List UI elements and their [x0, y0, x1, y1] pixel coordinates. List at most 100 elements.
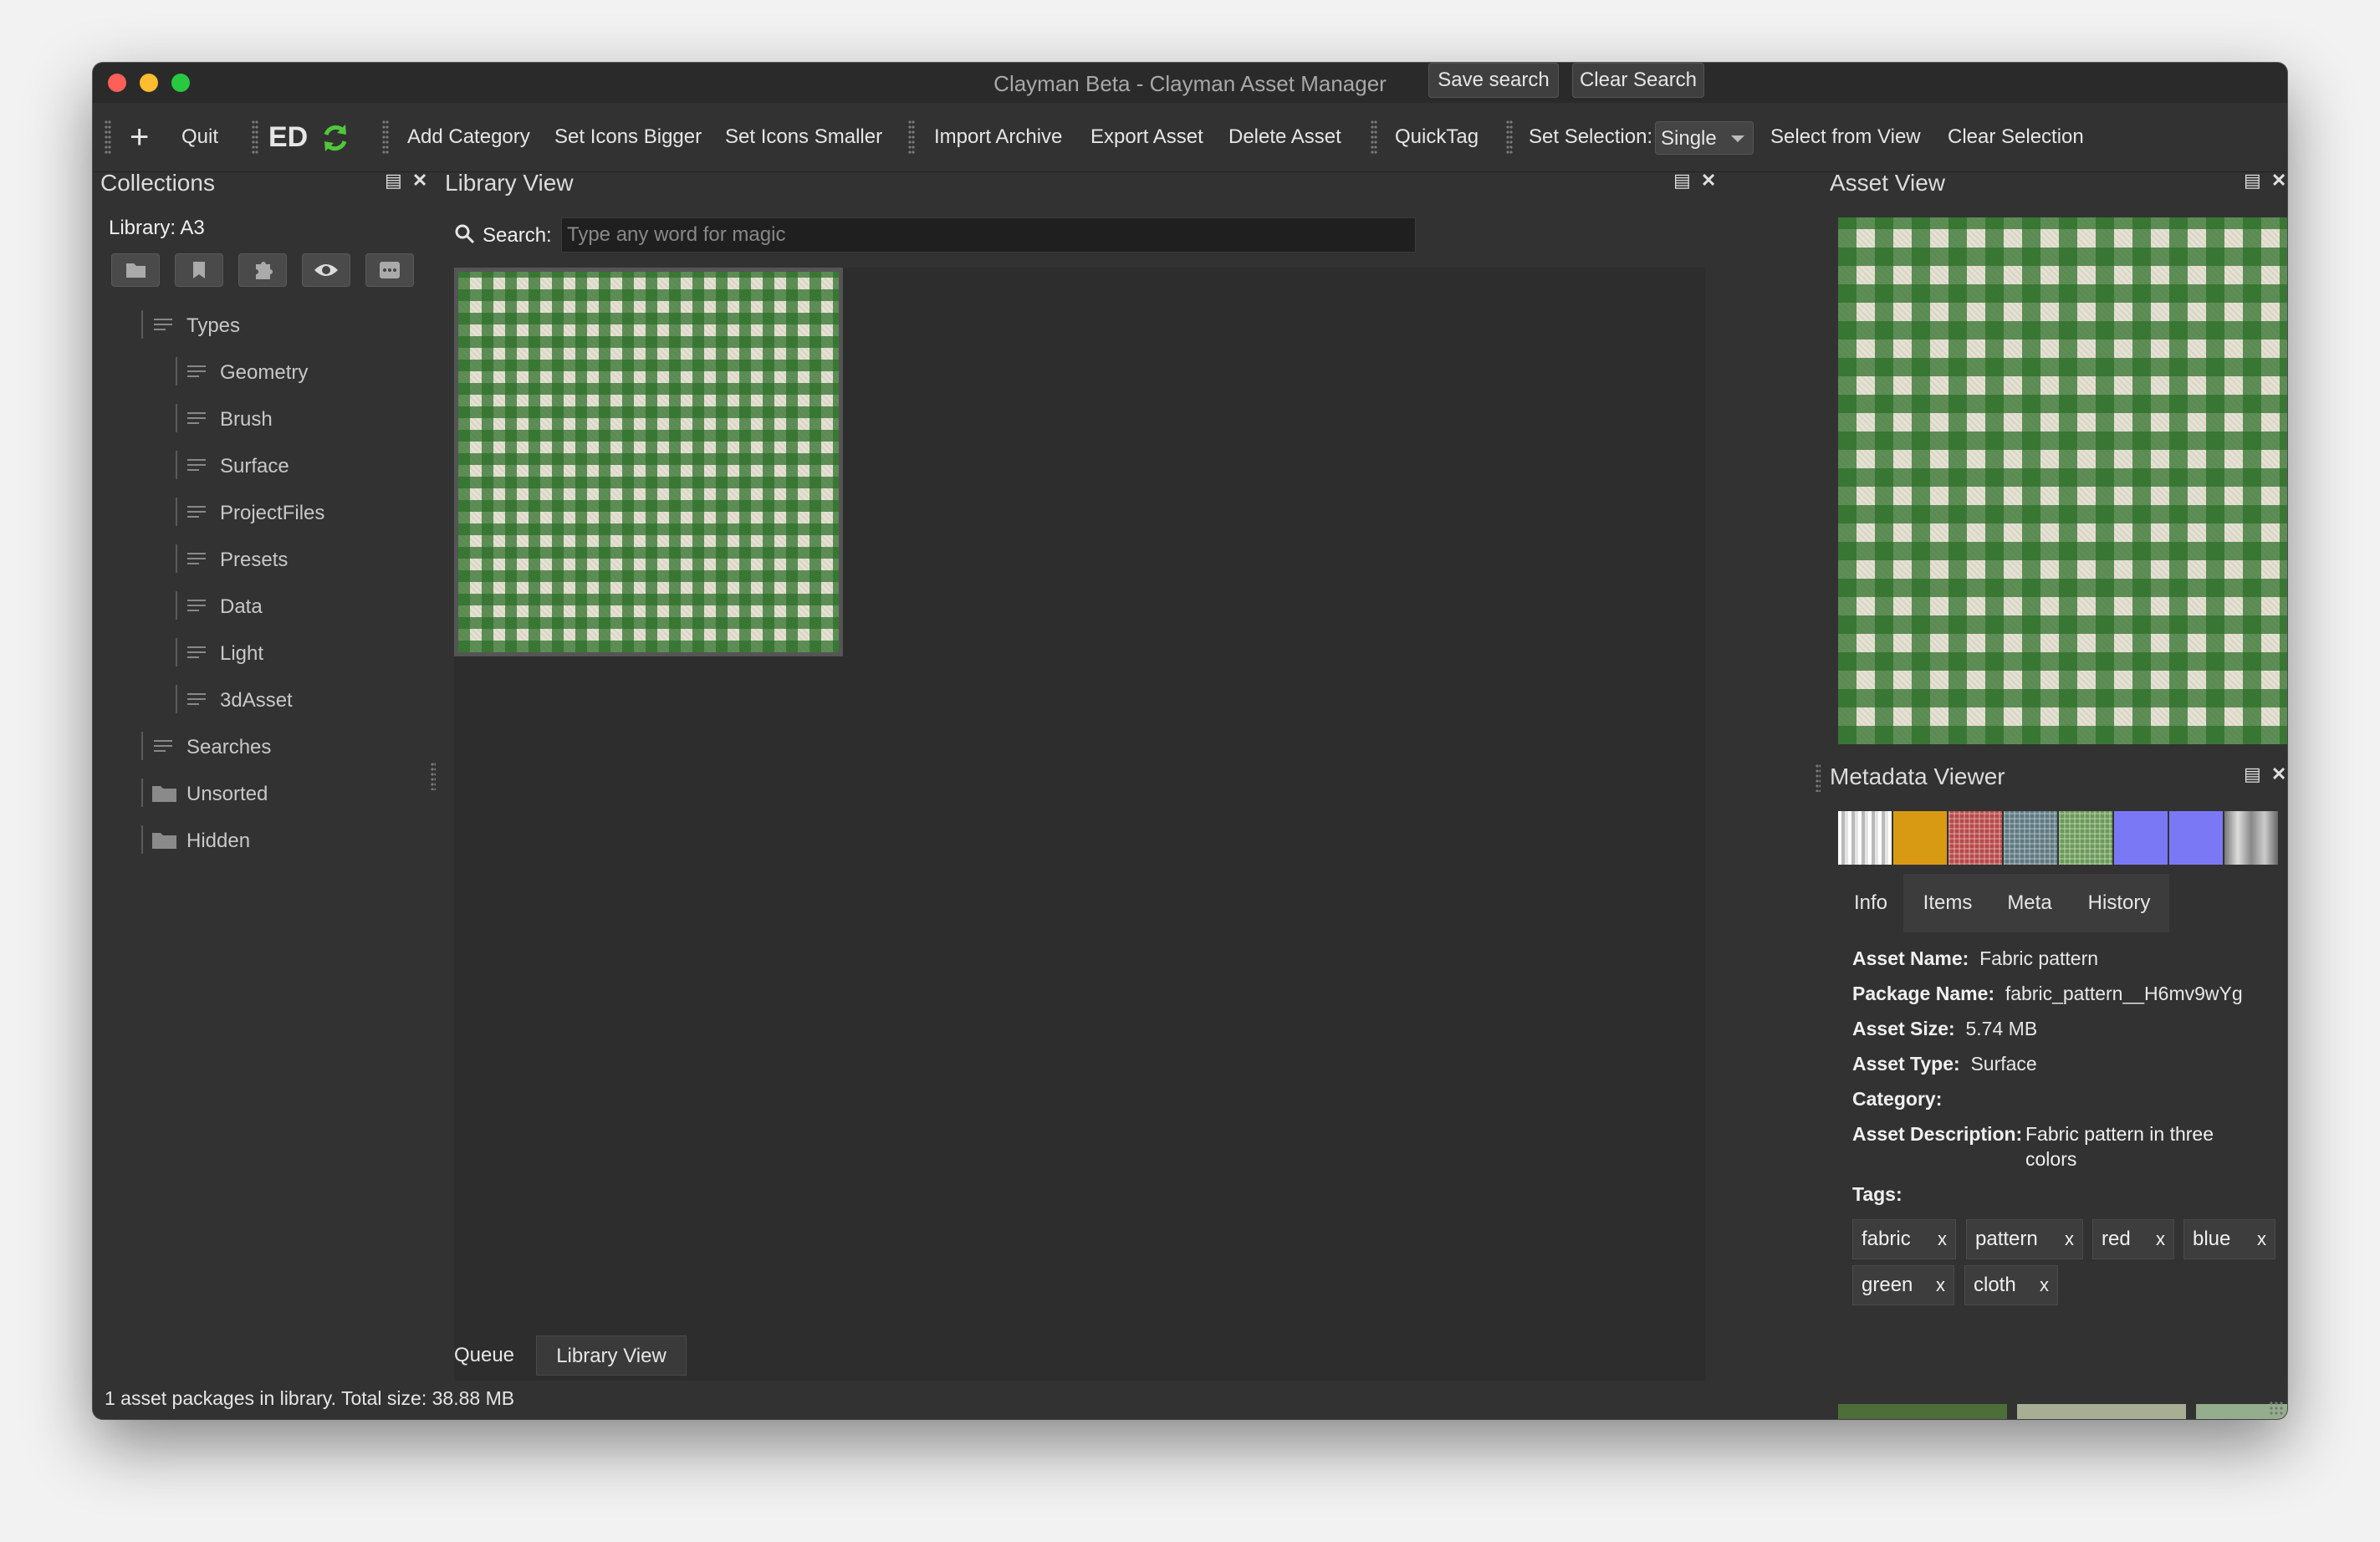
swatch-item[interactable]: [2169, 811, 2223, 865]
tag-chip: red x: [2092, 1219, 2174, 1259]
tree-item-light[interactable]: Light: [220, 642, 263, 666]
tree-item-types[interactable]: Types: [186, 314, 240, 338]
tag-chip: green x: [1852, 1265, 1954, 1305]
main-toolbar: + Quit ED Add Category Set Icons Bigger …: [93, 103, 2287, 172]
tree-guide: [176, 591, 177, 620]
folder-button[interactable]: [111, 253, 160, 287]
remove-tag-button[interactable]: x: [2156, 1220, 2165, 1259]
plugin-button[interactable]: [238, 253, 287, 287]
swatch-item[interactable]: [2114, 811, 2168, 865]
list-icon: [187, 599, 207, 618]
float-icon[interactable]: ▤: [1673, 170, 1691, 191]
tree-item-projectfiles[interactable]: ProjectFiles: [220, 502, 324, 525]
delete-asset-button[interactable]: Delete Asset: [1228, 103, 1341, 171]
remove-tag-button[interactable]: x: [2257, 1220, 2266, 1259]
swatch-item[interactable]: [1893, 811, 1947, 865]
save-search-button[interactable]: Save search: [1428, 63, 1559, 98]
plus-icon[interactable]: +: [130, 103, 149, 171]
palette-color-2: [2017, 1404, 2186, 1419]
tree-guide: [176, 685, 177, 713]
list-icon: [187, 411, 207, 431]
remove-tag-button[interactable]: x: [1936, 1266, 1945, 1305]
toolbar-grip[interactable]: [908, 120, 915, 155]
tree-item-searches[interactable]: Searches: [186, 736, 271, 759]
asset-view-dock-controls: ▤ ✕: [2244, 170, 2286, 191]
toolbar-grip[interactable]: [382, 120, 389, 155]
toolbar-grip[interactable]: [1506, 120, 1513, 155]
tree-guide: [176, 404, 177, 432]
panel-splitter[interactable]: [1816, 763, 1821, 792]
remove-tag-button[interactable]: x: [1938, 1220, 1947, 1259]
add-category-button[interactable]: Add Category: [407, 103, 530, 171]
toolbar-grip[interactable]: [252, 120, 258, 155]
tag-chip: pattern x: [1966, 1219, 2083, 1259]
tab-history[interactable]: History: [2071, 874, 2167, 932]
tag-chip: blue x: [2183, 1219, 2275, 1259]
tree-guide: [176, 498, 177, 526]
clear-selection-button[interactable]: Clear Selection: [1948, 103, 2084, 171]
tree-item-brush[interactable]: Brush: [220, 408, 273, 431]
tree-item-geometry[interactable]: Geometry: [220, 361, 308, 385]
tree-item-surface[interactable]: Surface: [220, 455, 289, 478]
quit-button[interactable]: Quit: [181, 103, 218, 171]
tab-queue[interactable]: Queue: [438, 1335, 530, 1376]
tree-item-data[interactable]: Data: [220, 595, 263, 619]
tree-item-3dasset[interactable]: 3dAsset: [220, 689, 293, 712]
tree-item-hidden[interactable]: Hidden: [186, 830, 250, 853]
swatch-item[interactable]: [1838, 811, 1892, 865]
bookmark-button[interactable]: [175, 253, 223, 287]
swatch-item[interactable]: [2224, 811, 2278, 865]
selection-mode-select[interactable]: Single: [1655, 121, 1754, 155]
list-icon: [187, 458, 207, 477]
tab-meta[interactable]: Meta: [1991, 874, 2068, 932]
tab-library-view[interactable]: Library View: [536, 1335, 687, 1376]
tree-item-presets[interactable]: Presets: [220, 549, 288, 572]
set-icons-bigger-button[interactable]: Set Icons Bigger: [554, 103, 702, 171]
asset-thumbnail[interactable]: [454, 268, 843, 656]
remove-tag-button[interactable]: x: [2065, 1220, 2074, 1259]
asset-type-row: Asset Type: Surface: [1852, 1053, 2037, 1075]
category-label: Category:: [1852, 1088, 1943, 1110]
float-icon[interactable]: ▤: [385, 170, 402, 191]
eye-button[interactable]: [302, 253, 350, 287]
refresh-icon[interactable]: [319, 103, 352, 171]
package-name-row: Package Name: fabric_pattern__H6mv9wYg: [1852, 983, 2243, 1005]
float-icon[interactable]: ▤: [2244, 170, 2261, 191]
tag-label: fabric: [1862, 1228, 1911, 1250]
tree-guide: [141, 779, 143, 807]
swatch-item[interactable]: [2059, 811, 2112, 865]
clear-search-button[interactable]: Clear Search: [1572, 63, 1704, 98]
quicktag-button[interactable]: QuickTag: [1395, 103, 1479, 171]
panel-splitter[interactable]: [431, 762, 436, 790]
tree-guide: [176, 357, 177, 386]
tab-info[interactable]: Info: [1838, 874, 1903, 932]
float-icon[interactable]: ▤: [2244, 763, 2261, 784]
close-icon[interactable]: ✕: [2271, 170, 2286, 191]
close-icon[interactable]: ✕: [412, 170, 427, 191]
tree-item-unsorted[interactable]: Unsorted: [186, 783, 268, 806]
select-from-view-button[interactable]: Select from View: [1770, 103, 1921, 171]
description-line-1: Fabric pattern in three: [2025, 1123, 2214, 1145]
set-icons-smaller-button[interactable]: Set Icons Smaller: [725, 103, 882, 171]
close-icon[interactable]: ✕: [1701, 170, 1716, 191]
more-button[interactable]: [365, 253, 414, 287]
toolbar-grip[interactable]: [1371, 120, 1377, 155]
tab-items[interactable]: Items: [1908, 874, 1988, 932]
tree-guide: [141, 732, 143, 760]
import-archive-button[interactable]: Import Archive: [934, 103, 1062, 171]
palette-color-1: [1838, 1404, 2007, 1419]
list-icon: [154, 739, 174, 758]
ed-button[interactable]: ED: [268, 103, 308, 171]
tag-label: green: [1862, 1274, 1913, 1296]
remove-tag-button[interactable]: x: [2040, 1266, 2049, 1305]
swatch-item[interactable]: [2004, 811, 2057, 865]
toolbar-grip[interactable]: [105, 120, 111, 155]
close-icon[interactable]: ✕: [2271, 763, 2286, 784]
export-asset-button[interactable]: Export Asset: [1090, 103, 1203, 171]
resize-grip[interactable]: [2269, 1401, 2284, 1416]
asset-size-row: Asset Size: 5.74 MB: [1852, 1018, 2037, 1040]
package-name-label: Package Name:: [1852, 983, 1995, 1004]
search-input[interactable]: Type any word for magic: [561, 217, 1416, 253]
swatch-item[interactable]: [1948, 811, 2002, 865]
tree-guide: [176, 544, 177, 573]
